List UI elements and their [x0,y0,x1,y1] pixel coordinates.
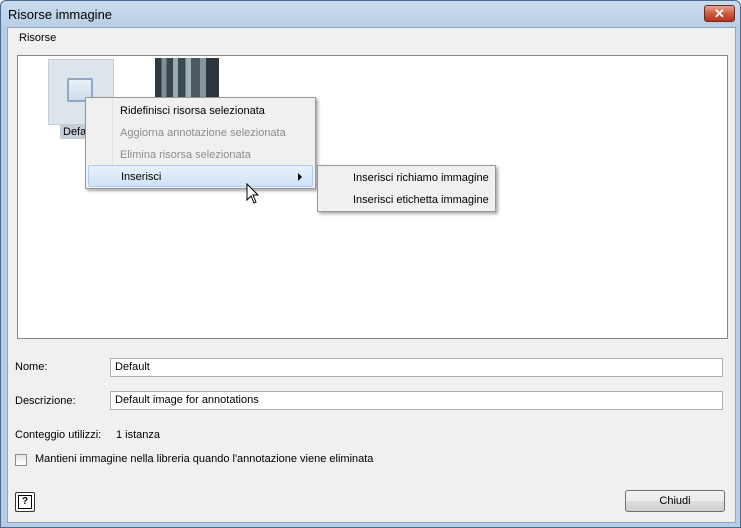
menu-risorse-label: Risorse [19,32,57,44]
menu-item-insert[interactable]: Inserisci [88,165,313,187]
menu-item-label: Elimina risorsa selezionata [120,149,251,161]
mouse-pointer-icon [246,183,260,204]
menu-item-label: Ridefinisci risorsa selezionata [120,105,265,117]
name-field[interactable]: Default [110,358,723,377]
menu-item-label: Inserisci [121,171,162,183]
keep-image-checkbox[interactable] [15,454,27,466]
close-button[interactable]: Chiudi [625,490,725,512]
menu-risorse[interactable]: Risorse [19,32,56,44]
submenu-arrow-icon [298,173,302,181]
menu-item-label: Inserisci richiamo immagine [353,172,489,184]
submenu-item-insert-image-callout[interactable]: Inserisci richiamo immagine [320,167,493,189]
usage-count-value: 1 istanza [116,429,161,441]
usage-count-label: Conteggio utilizzi: [15,429,102,441]
window-title: Risorse immagine [8,7,113,22]
description-label: Descrizione: [15,395,76,407]
close-icon: ✕ [714,6,725,21]
resource-item-photo-thumbnail[interactable] [155,58,219,102]
title-bar[interactable]: Risorse immagine ✕ [1,1,740,27]
submenu-item-insert-image-label[interactable]: Inserisci etichetta immagine [320,189,493,211]
help-button[interactable]: ? [15,492,35,512]
insert-submenu: Inserisci richiamo immagine Inserisci et… [317,165,496,212]
name-label: Nome: [15,361,48,373]
menu-item-label: Aggiorna annotazione selezionata [120,127,286,139]
help-icon: ? [18,495,32,509]
menu-item-delete-resource: Elimina risorsa selezionata [88,144,313,166]
dialog-window: Risorse immagine ✕ Risorse Defa Nome: De… [0,0,741,528]
keep-image-checkbox-label[interactable]: Mantieni immagine nella libreria quando … [35,453,373,465]
description-field[interactable]: Default image for annotations [110,391,723,410]
menu-item-redefine-resource[interactable]: Ridefinisci risorsa selezionata [88,100,313,122]
window-close-button[interactable]: ✕ [704,5,735,22]
context-menu: Ridefinisci risorsa selezionata Aggiorna… [85,97,316,189]
menu-item-update-annotation: Aggiorna annotazione selezionata [88,122,313,144]
menu-item-label: Inserisci etichetta immagine [353,194,489,206]
